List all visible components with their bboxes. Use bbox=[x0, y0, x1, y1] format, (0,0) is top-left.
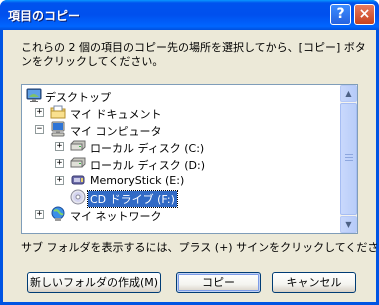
tree-item-cd-drive-f[interactable]: CD ドライブ (F:) bbox=[22, 189, 340, 208]
expand-toggle[interactable]: + bbox=[35, 210, 44, 219]
dialog-title: 項目のコピー bbox=[8, 9, 81, 23]
tree-item-label: マイ ドキュメント bbox=[70, 108, 162, 121]
dialog-body: これらの 2 個の項目のコピー先の場所を選択してから、[コピー] ボタンをクリッ… bbox=[3, 30, 379, 302]
close-button[interactable]: × bbox=[354, 4, 375, 25]
my-documents-icon bbox=[50, 104, 66, 120]
expand-toggle[interactable]: + bbox=[35, 108, 44, 117]
scroll-up-arrow-icon[interactable]: ▲ bbox=[340, 85, 357, 102]
tree-item-label: デスクトップ bbox=[45, 91, 111, 104]
tree-item-desktop[interactable]: デスクトップ bbox=[22, 87, 340, 104]
title-bar[interactable]: 項目のコピー ? × bbox=[0, 0, 379, 30]
grip-line bbox=[345, 157, 353, 158]
tree-vertical-scrollbar[interactable]: ▲ ▼ bbox=[340, 85, 357, 233]
hard-disk-icon bbox=[70, 138, 86, 154]
cd-drive-icon bbox=[70, 189, 86, 205]
tree-item-label: MemoryStick (E:) bbox=[90, 174, 185, 187]
network-icon bbox=[50, 206, 66, 222]
tree-item-my-computer[interactable]: − マイ コンピュータ bbox=[22, 121, 340, 138]
copy-items-dialog: 項目のコピー ? × これらの 2 個の項目のコピー先の場所を選択してから、[コ… bbox=[0, 0, 379, 305]
tree-item-label: マイ コンピュータ bbox=[70, 125, 162, 138]
tree-item-my-network[interactable]: + マイ ネットワーク bbox=[22, 206, 340, 223]
tree-item-my-documents[interactable]: + マイ ドキュメント bbox=[22, 104, 340, 121]
tree-item-label: ローカル ディスク (D:) bbox=[90, 159, 205, 172]
expand-toggle[interactable]: + bbox=[55, 142, 64, 151]
tree-rows: デスクトップ + マイ ドキュメント − マイ コンピュータ + ローカル ディ… bbox=[22, 85, 340, 233]
collapse-toggle[interactable]: − bbox=[35, 125, 44, 134]
grip-line bbox=[345, 154, 353, 155]
tree-item-label: マイ ネットワーク bbox=[70, 210, 162, 223]
scroll-down-arrow-icon[interactable]: ▼ bbox=[340, 216, 357, 233]
tree-item-label: CD ドライブ (F:) bbox=[87, 190, 178, 208]
new-folder-button[interactable]: 新しいフォルダの作成(M) bbox=[27, 272, 161, 293]
scroll-thumb[interactable] bbox=[340, 103, 357, 215]
grip-line bbox=[345, 160, 353, 161]
tree-item-local-disk-d[interactable]: + ローカル ディスク (D:) bbox=[22, 155, 340, 172]
tree-item-local-disk-c[interactable]: + ローカル ディスク (C:) bbox=[22, 138, 340, 155]
copy-button[interactable]: コピー bbox=[176, 272, 261, 293]
instruction-text: これらの 2 個の項目のコピー先の場所を選択してから、[コピー] ボタンをクリッ… bbox=[21, 41, 366, 68]
my-computer-icon bbox=[50, 121, 66, 137]
tree-item-label: ローカル ディスク (C:) bbox=[90, 142, 205, 155]
cancel-button[interactable]: キャンセル bbox=[272, 272, 356, 293]
hint-text: サブ フォルダを表示するには、プラス (+) サインをクリックしてください。 bbox=[21, 241, 379, 254]
memory-stick-icon bbox=[70, 172, 86, 188]
expand-toggle[interactable]: + bbox=[55, 159, 64, 168]
help-button[interactable]: ? bbox=[330, 4, 351, 25]
desktop-icon bbox=[26, 87, 42, 103]
tree-item-memorystick-e[interactable]: + MemoryStick (E:) bbox=[22, 172, 340, 189]
expand-toggle[interactable]: + bbox=[55, 176, 64, 185]
folder-tree[interactable]: デスクトップ + マイ ドキュメント − マイ コンピュータ + ローカル ディ… bbox=[21, 84, 358, 234]
hard-disk-icon bbox=[70, 155, 86, 171]
